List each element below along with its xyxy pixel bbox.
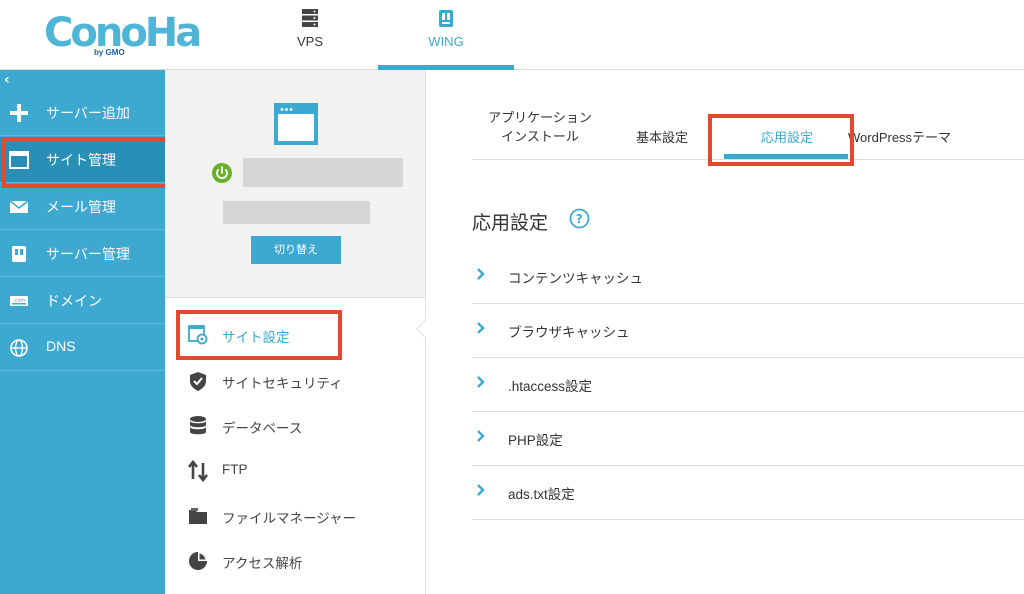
- mail-icon: [9, 200, 29, 213]
- globe-icon: [10, 339, 28, 357]
- switch-site-button[interactable]: 切り替え: [251, 236, 341, 264]
- chevron-right-icon: [477, 484, 485, 496]
- chevron-right-icon: [477, 376, 485, 388]
- sidebar-item-label: メール管理: [46, 199, 116, 215]
- site-panel: 切り替え サイト設定 サイトセキュリティ データベース FTP ファイルマネージ…: [165, 70, 426, 594]
- subtab-label: 基本設定: [635, 130, 688, 145]
- tab-vps[interactable]: VPS: [262, 0, 358, 70]
- subtab-label: WordPressテーマ: [848, 130, 952, 145]
- menu-label: サイトセキュリティ: [222, 376, 343, 391]
- tab-vps-label: VPS: [296, 34, 323, 49]
- section-title: 応用設定: [472, 213, 549, 234]
- wing-icon: [439, 10, 453, 27]
- pie-chart-icon: [189, 552, 207, 570]
- settings-subtabs: アプリケーション インストール 基本設定 応用設定 WordPressテーマ: [472, 70, 1024, 166]
- subtab-wordpress-theme[interactable]: WordPressテーマ: [848, 128, 998, 147]
- accordion-label: PHP設定: [508, 433, 563, 448]
- subtab-app-install[interactable]: アプリケーション インストール: [480, 108, 600, 146]
- accordion-browser-cache[interactable]: ブラウザキャッシュ: [472, 304, 1024, 358]
- menu-label: FTP: [222, 462, 248, 477]
- sidebar-item-domain[interactable]: .com ドメイン: [0, 278, 165, 324]
- sidebar-item-add-server[interactable]: サーバー追加: [0, 90, 165, 136]
- accordion-label: コンテンツキャッシュ: [508, 271, 643, 286]
- site-sub-placeholder: [223, 201, 370, 224]
- left-sidebar: ‹ サーバー追加 サイト管理 メール管理 サーバー管理 .com ドメイン DN…: [0, 70, 169, 594]
- site-summary: 切り替え: [165, 70, 425, 298]
- accordion-ads-txt[interactable]: ads.txt設定: [472, 466, 1024, 520]
- menu-label: データベース: [222, 421, 303, 436]
- site-domain-placeholder: [243, 158, 403, 187]
- power-status-icon: [212, 163, 232, 183]
- accordion-label: ブラウザキャッシュ: [508, 325, 630, 340]
- highlight-box-site-settings: [176, 310, 342, 360]
- svg-text:?: ?: [576, 212, 583, 226]
- accordion-php[interactable]: PHP設定: [472, 412, 1024, 466]
- highlight-box-site-management: [2, 138, 169, 188]
- svg-text:.com: .com: [13, 298, 25, 304]
- folder-icon: [189, 508, 207, 524]
- highlight-box-advanced-settings: [708, 114, 854, 166]
- help-icon[interactable]: ?: [569, 208, 590, 229]
- sidebar-item-server-management[interactable]: サーバー管理: [0, 231, 165, 277]
- transfer-arrows-icon: [187, 460, 209, 482]
- menu-label: アクセス解析: [222, 556, 303, 571]
- accordion-htaccess[interactable]: .htaccess設定: [472, 358, 1024, 412]
- collapse-sidebar-icon[interactable]: ‹: [4, 72, 10, 88]
- subtab-basic-settings[interactable]: 基本設定: [622, 128, 702, 147]
- website-icon: [274, 103, 318, 145]
- sidebar-item-label: サーバー管理: [46, 246, 130, 262]
- domain-icon: .com: [10, 296, 28, 306]
- tab-wing[interactable]: WING: [378, 0, 514, 70]
- subtab-line1: アプリケーション: [488, 110, 592, 125]
- tab-wing-label: WING: [428, 34, 464, 49]
- database-icon: [190, 416, 206, 435]
- plus-icon: [10, 104, 28, 122]
- main-content: アプリケーション インストール 基本設定 応用設定 WordPressテーマ 応…: [426, 70, 1024, 594]
- subtab-line2: インストール: [501, 129, 579, 144]
- top-header: ConoHa by GMO VPS WING: [0, 0, 1024, 70]
- sidebar-item-dns[interactable]: DNS: [0, 325, 165, 371]
- sidebar-item-mail-management[interactable]: メール管理: [0, 184, 165, 230]
- sidebar-item-label: ドメイン: [46, 293, 102, 309]
- logo-sub: by GMO: [94, 48, 125, 57]
- accordion-label: .htaccess設定: [508, 379, 593, 394]
- accordion-content-cache[interactable]: コンテンツキャッシュ: [472, 250, 1024, 304]
- accordion-label: ads.txt設定: [508, 487, 575, 502]
- sidebar-item-label: サーバー追加: [46, 105, 130, 121]
- chevron-right-icon: [477, 430, 485, 442]
- chevron-right-icon: [477, 322, 485, 334]
- shield-check-icon: [190, 372, 206, 391]
- sidebar-item-label: DNS: [46, 338, 76, 354]
- server-book-icon: [12, 246, 26, 262]
- chevron-right-icon: [477, 268, 485, 280]
- menu-label: ファイルマネージャー: [222, 511, 357, 526]
- conoha-logo[interactable]: ConoHa by GMO: [44, 10, 202, 57]
- server-icon: [302, 9, 318, 27]
